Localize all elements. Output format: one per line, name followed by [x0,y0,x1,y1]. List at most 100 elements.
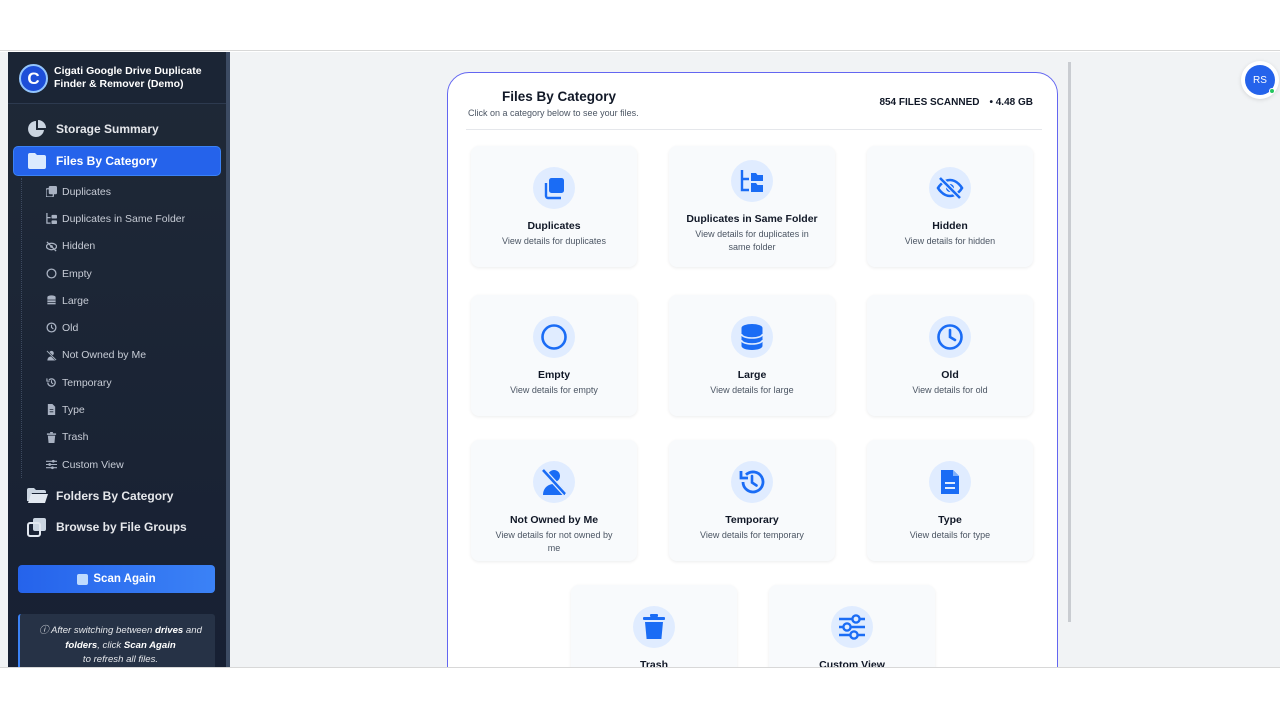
tile-not-owned[interactable]: Not Owned by Me View details for not own… [471,440,637,561]
sub-item-label: Old [62,322,79,335]
sidebar: C Cigati Google Drive Duplicate Finder &… [8,52,229,667]
sub-item-label: Type [62,404,85,417]
files-category-submenu: Duplicates Duplicates in Same Folder Hid… [21,178,221,479]
nav-label: Browse by File Groups [56,520,187,534]
sub-item-label: Not Owned by Me [62,349,147,362]
folder-icon [26,151,48,171]
tile-type[interactable]: Type View details for type [867,440,1033,561]
user-slash-icon [46,349,57,361]
sub-item-not-owned[interactable]: Not Owned by Me [22,342,221,369]
sub-item-hidden[interactable]: Hidden [22,233,221,260]
nav-browse-file-groups[interactable]: Browse by File Groups [14,513,220,541]
tile-empty[interactable]: Empty View details for empty [471,295,637,416]
tile-description: View details for type [909,530,991,540]
sub-item-temporary[interactable]: Temporary [22,369,221,396]
nav-files-by-category[interactable]: Files By Category [14,147,220,175]
browser-top-bar [0,0,1280,51]
tile-hidden[interactable]: Hidden View details for hidden [867,146,1033,267]
scan-again-label: Scan Again [93,573,156,585]
tile-description: View details for temporary [700,530,804,540]
eye-slash-icon [46,241,57,252]
tile-description: View details for not owned by me [495,530,613,553]
tile-title: Hidden [932,220,968,232]
main-content: Files By Category Click on a category be… [230,52,1280,667]
sub-item-custom-view[interactable]: Custom View [22,451,221,478]
tile-description: View details for duplicates [502,236,606,246]
nav-label: Storage Summary [56,122,159,136]
tile-duplicates[interactable]: Duplicates View details for duplicates [471,146,637,267]
files-scanned-count: 854 FILES SCANNED [879,97,980,108]
sub-item-large[interactable]: Large [22,287,221,314]
files-by-category-card: Files By Category Click on a category be… [447,72,1058,667]
note-text-3: , click [97,639,122,651]
app-logo: C [19,64,48,93]
sub-item-old[interactable]: Old [22,314,221,341]
tile-old[interactable]: Old View details for old [867,295,1033,416]
tile-title: Type [938,514,962,526]
folder-tree-icon [731,160,773,202]
sub-item-label: Custom View [62,458,124,471]
file-icon [929,461,971,503]
file-icon [47,404,56,416]
sub-item-duplicates-same-folder[interactable]: Duplicates in Same Folder [22,205,221,232]
user-slash-icon [533,461,575,503]
sub-item-label: Duplicates [62,185,112,198]
divider [466,129,1042,130]
tile-title: Trash [639,659,668,667]
tile-title: Empty [537,369,571,381]
tile-title: Custom View [819,659,885,667]
sub-item-label: Hidden [62,240,96,253]
tile-title: Not Owned by Me [509,514,599,526]
folder-tree-icon [46,213,57,225]
tile-temporary[interactable]: Temporary View details for temporary [669,440,835,561]
nav-storage-summary[interactable]: Storage Summary [14,115,220,143]
sub-item-type[interactable]: Type [22,396,221,423]
sliders-icon [831,606,873,648]
avatar-initials: RS [1253,74,1267,86]
duplicate-icon [533,167,575,209]
sub-item-label: Large [62,294,89,307]
user-avatar[interactable]: RS [1245,65,1275,95]
tile-title: Temporary [725,514,779,526]
tile-title: Duplicates in Same Folder [686,213,818,225]
sub-item-label: Temporary [62,376,112,389]
note-bold-folders: folders [65,639,98,651]
tile-duplicates-same-folder[interactable]: Duplicates in Same Folder View details f… [669,146,835,267]
clock-icon [929,316,971,358]
note-text-4: to refresh all files. [82,654,159,665]
tile-description: View details for empty [510,385,598,395]
note-text-1: After switching between [50,625,153,636]
sub-item-duplicates[interactable]: Duplicates [22,178,221,205]
info-note: ⓘ After switching between drives and fol… [18,614,215,667]
database-icon [47,295,56,305]
nav-label: Folders By Category [56,489,174,503]
trash-icon [46,431,57,443]
note-bold-scan: Scan Again [123,639,176,651]
tile-trash[interactable]: Trash [571,585,737,667]
trash-icon [633,606,675,648]
duplicate-icon [46,186,57,197]
note-text-2: and [185,625,202,636]
info-icon: ⓘ [39,625,49,636]
scan-again-button[interactable]: Scan Again [18,565,215,593]
copy-icon [26,517,48,537]
tile-custom-view[interactable]: Custom View [769,585,935,667]
sub-item-empty[interactable]: Empty [22,260,221,287]
app-title: Cigati Google Drive Duplicate Finder & R… [54,65,202,90]
tile-title: Duplicates [527,220,581,232]
eye-slash-icon [929,167,971,209]
card-subtitle: Click on a category below to see your fi… [468,108,639,118]
tile-description: View details for duplicates in same fold… [695,229,809,252]
brand-header: C Cigati Google Drive Duplicate Finder &… [8,52,229,104]
database-icon [731,316,773,358]
nav-folders-by-category[interactable]: Folders By Category [14,482,220,510]
tile-large[interactable]: Large View details for large [669,295,835,416]
total-size: • 4.48 GB [989,97,1033,108]
scrollbar[interactable] [1068,62,1071,622]
sub-item-trash[interactable]: Trash [22,424,221,451]
tile-description: View details for hidden [904,236,996,246]
history-icon [731,461,773,503]
scan-stats: 854 FILES SCANNED • 4.48 GB [879,97,1037,108]
sliders-icon [46,459,57,470]
pie-chart-icon [26,119,48,139]
